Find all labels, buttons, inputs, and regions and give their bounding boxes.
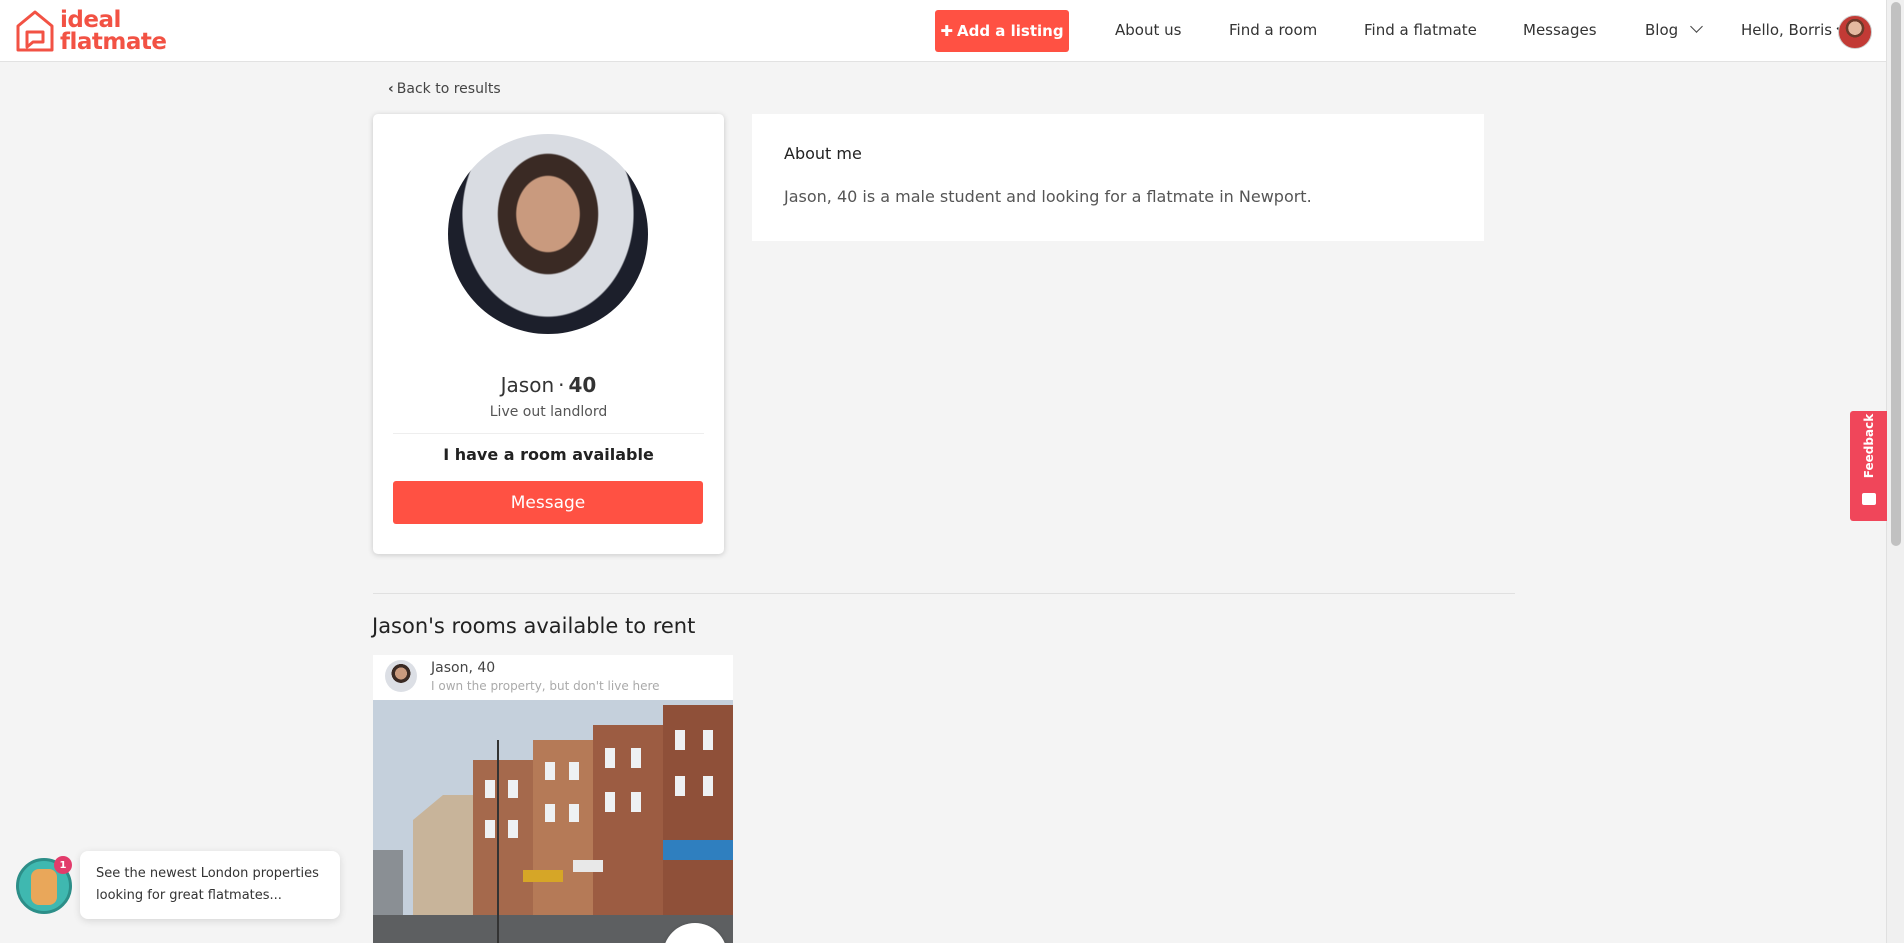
room-photo[interactable] — [373, 700, 733, 943]
top-navbar: ideal flatmate ✚ Add a listing About us … — [0, 0, 1886, 62]
back-to-results-link[interactable]: ‹ Back to results — [388, 81, 501, 97]
feedback-icon — [1862, 493, 1876, 505]
profile-role: Live out landlord — [489, 404, 608, 420]
add-listing-button[interactable]: ✚ Add a listing — [935, 10, 1069, 52]
notification-badge: 1 — [54, 856, 72, 874]
room-status: I have a room available — [443, 445, 654, 464]
profile-photo — [448, 134, 648, 334]
profile-name-age: Jason · 40 — [373, 373, 724, 397]
chat-launcher[interactable]: 1 — [14, 856, 74, 916]
user-greeting: Hello, Borris — [1741, 21, 1833, 39]
chat-message-popup[interactable]: See the newest London properties looking… — [80, 851, 340, 919]
owner-name: Jason, 40 — [431, 660, 496, 676]
section-divider — [373, 593, 1515, 594]
chevron-down-icon — [1690, 20, 1704, 33]
logo-text-line1: ideal — [60, 7, 121, 33]
about-me-title: About me — [784, 144, 862, 163]
scrollbar-thumb[interactable] — [1891, 2, 1901, 546]
chevron-left-icon: ‹ — [388, 81, 394, 97]
profile-name: Jason — [500, 373, 555, 397]
user-menu[interactable]: Hello, Borris — [1741, 21, 1847, 39]
owner-description: I own the property, but don't live here — [431, 679, 660, 693]
profile-card: Jason · 40 Live out landlord I have a room… — [373, 114, 724, 554]
about-me-text: Jason, 40 is a male student and looking … — [784, 187, 1312, 206]
house-logo-icon — [16, 10, 54, 52]
logo-text-line2: flatmate — [60, 29, 167, 55]
feedback-tab[interactable]: Feedback — [1850, 411, 1887, 521]
profile-age: 40 — [568, 373, 597, 397]
back-link-label: Back to results — [396, 81, 501, 97]
owner-avatar — [385, 660, 417, 692]
feedback-label: Feedback — [1861, 413, 1876, 479]
logo-text: ideal flatmate — [60, 7, 167, 55]
rooms-heading: Jason's rooms available to rent — [372, 614, 696, 638]
nav-blog[interactable]: Blog — [1645, 20, 1704, 39]
room-card[interactable]: Jason, 40 I own the property, but don't … — [373, 655, 733, 943]
nav-blog-label: Blog — [1645, 21, 1679, 39]
mascot-icon — [31, 869, 57, 905]
street-photo-image — [373, 700, 733, 943]
add-listing-label: Add a listing — [956, 22, 1064, 40]
nav-find-a-flatmate[interactable]: Find a flatmate — [1364, 21, 1477, 39]
nav-find-a-room[interactable]: Find a room — [1229, 21, 1317, 39]
nav-messages[interactable]: Messages — [1523, 21, 1597, 39]
card-divider — [393, 433, 704, 434]
about-me-panel: About me Jason, 40 is a male student and… — [752, 114, 1484, 241]
message-button[interactable]: Message — [393, 481, 703, 524]
user-avatar[interactable] — [1838, 15, 1872, 49]
nav-about-us[interactable]: About us — [1115, 21, 1181, 39]
plus-icon: ✚ — [940, 22, 953, 40]
ideal-flatmate-logo[interactable]: ideal flatmate — [14, 8, 167, 54]
separator-dot: · — [558, 373, 565, 397]
page-scrollbar[interactable] — [1886, 0, 1904, 943]
